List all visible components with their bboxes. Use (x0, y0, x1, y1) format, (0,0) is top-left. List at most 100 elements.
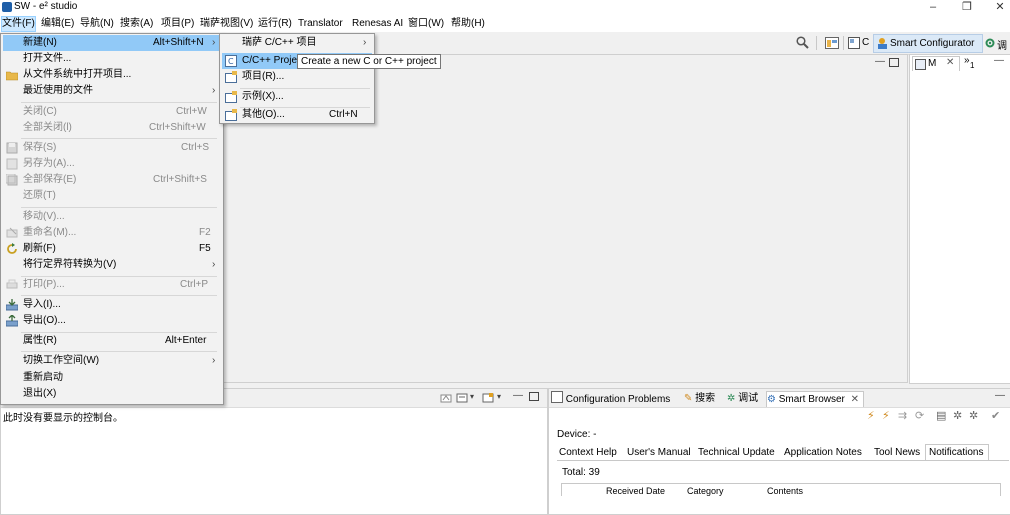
file-menu-switch-workspace[interactable]: 切换工作空间(W) › (3, 353, 221, 369)
menu-renesas-ai[interactable]: Renesas AI (352, 17, 403, 31)
recent-label: 最近使用的文件 (23, 85, 93, 96)
tab-smart-browser[interactable]: ⚙ Smart Browser ✕ (766, 391, 865, 407)
file-menu-save-as[interactable]: 另存为(A)... (3, 156, 221, 172)
more-views-icon[interactable]: » (964, 55, 970, 66)
print-label: 打印(P)... (23, 279, 65, 290)
properties-label: 属性(R) (23, 335, 57, 346)
menu-file[interactable]: 文件(F) (1, 16, 36, 32)
minimize-button[interactable]: – (918, 0, 948, 15)
menu-edit[interactable]: 编辑(E) (41, 17, 74, 31)
close-tab-icon[interactable]: ✕ (946, 57, 954, 68)
new-other[interactable]: 其他(O)... Ctrl+N (222, 107, 372, 123)
c-cpp-project-label: C/C++ Proje (242, 55, 298, 66)
tab-configuration-problems[interactable]: Configuration Problems (551, 391, 670, 406)
new-project[interactable]: 项目(R)... (222, 69, 372, 85)
minimize-view-icon[interactable]: — (994, 55, 1004, 66)
perspective-icon[interactable] (825, 37, 839, 49)
subtab-divider (557, 460, 1009, 461)
rename-icon (6, 227, 18, 238)
file-menu-properties[interactable]: 属性(R) Alt+Enter (3, 333, 221, 349)
subtab-notifications[interactable]: Notifications (925, 444, 989, 461)
import-label: 导入(I)... (23, 299, 61, 310)
project-icon (225, 71, 237, 83)
minimize-view-icon[interactable]: — (875, 56, 885, 67)
search-icon: ✎ (684, 393, 693, 404)
save-all-icon (6, 174, 18, 186)
smart-configurator-button[interactable]: Smart Configurator (873, 34, 983, 53)
file-menu-export[interactable]: 导出(O)... (3, 313, 221, 329)
column-contents[interactable]: Contents (767, 486, 803, 496)
import-icon (6, 299, 18, 311)
file-menu-new[interactable]: 新建(N) Alt+Shift+N › (3, 35, 221, 51)
sb-document-icon[interactable]: ▤ (936, 409, 946, 422)
file-menu-close-all[interactable]: 全部关闭(l) Ctrl+Shift+W (3, 120, 221, 136)
chevron-down-icon[interactable]: ▾ (470, 392, 474, 401)
file-menu-open-from-fs[interactable]: 从文件系统中打开项目... (3, 67, 221, 83)
menu-window[interactable]: 窗口(W) (408, 17, 444, 31)
file-menu-restart[interactable]: 重新启动 (3, 370, 221, 386)
close-label: 关闭(C) (23, 106, 57, 117)
switch-workspace-label: 切换工作空间(W) (23, 355, 100, 366)
subtab-context-help[interactable]: Context Help (559, 447, 617, 458)
file-menu-convert-line-delimiters[interactable]: 将行定界符转换为(V) › (3, 257, 221, 273)
menu-search[interactable]: 搜索(A) (120, 17, 153, 31)
close-shortcut: Ctrl+W (176, 106, 207, 117)
maximize-view-icon[interactable] (529, 392, 539, 401)
file-menu-move[interactable]: 移动(V)... (3, 209, 221, 225)
file-menu-print[interactable]: 打印(P)... Ctrl+P (3, 277, 221, 293)
menu-renesas-views[interactable]: 瑞萨视图(V) (200, 17, 253, 31)
sb-transfer-icon[interactable]: ⇉ (898, 409, 907, 422)
subtab-tool-news[interactable]: Tool News (874, 447, 920, 458)
search-icon[interactable] (796, 36, 809, 49)
save-all-label: 全部保存(E) (23, 174, 77, 185)
debug-perspective-label[interactable]: 调 (997, 37, 1007, 52)
file-menu-save[interactable]: 保存(S) Ctrl+S (3, 140, 221, 156)
file-menu-close[interactable]: 关闭(C) Ctrl+W (3, 104, 221, 120)
menu-run[interactable]: 运行(R) (258, 17, 292, 31)
rename-label: 重命名(M)... (23, 227, 77, 238)
sb-update-icon[interactable]: ⚡ (867, 409, 875, 422)
c-perspective-label[interactable]: C (862, 37, 869, 48)
toolbar-divider (843, 36, 844, 50)
pin-console-icon[interactable] (440, 392, 452, 404)
subtab-application-notes[interactable]: Application Notes (784, 447, 862, 458)
subtab-users-manual[interactable]: User's Manual (627, 447, 691, 458)
new-example[interactable]: 示例(X)... (222, 89, 372, 105)
debug-gear-icon[interactable] (984, 37, 996, 49)
close-button[interactable]: ✕ (990, 0, 1010, 15)
sb-apply-icon[interactable]: ✔ (991, 409, 1000, 422)
column-category[interactable]: Category (687, 486, 724, 496)
file-menu-revert[interactable]: 还原(T) (3, 188, 221, 204)
column-received-date[interactable]: Received Date (606, 486, 665, 496)
file-menu-recent[interactable]: 最近使用的文件 › (3, 83, 221, 99)
file-menu-save-all[interactable]: 全部保存(E) Ctrl+Shift+S (3, 172, 221, 188)
display-console-icon[interactable] (456, 392, 468, 404)
file-menu-exit[interactable]: 退出(X) (3, 386, 221, 402)
menu-separator (21, 351, 217, 352)
file-menu-rename[interactable]: 重命名(M)... F2 (3, 225, 221, 241)
close-tab-icon[interactable]: ✕ (851, 394, 859, 405)
file-menu-open-file[interactable]: 打开文件... (3, 51, 221, 67)
menu-navigate[interactable]: 导航(N) (80, 17, 114, 31)
file-menu-refresh[interactable]: 刷新(F) F5 (3, 241, 221, 257)
sb-fetch-icon[interactable]: ⚡ (882, 409, 890, 422)
tab-debug[interactable]: ✲ 调试 (727, 391, 758, 406)
file-menu-import[interactable]: 导入(I)... (3, 297, 221, 313)
menu-help[interactable]: 帮助(H) (451, 17, 485, 31)
minimize-view-icon[interactable]: — (995, 390, 1005, 401)
menu-project[interactable]: 项目(P) (161, 17, 194, 31)
minimize-view-icon[interactable]: — (513, 390, 523, 401)
outline-tab[interactable]: M ✕ (912, 56, 960, 71)
maximize-view-icon[interactable] (889, 58, 899, 67)
sb-config-icon[interactable]: ✲ (969, 409, 978, 422)
menu-translator[interactable]: Translator (298, 17, 343, 31)
sb-settings-icon[interactable]: ✲ (953, 409, 962, 422)
subtab-technical-update[interactable]: Technical Update (698, 447, 775, 458)
new-renesas-project[interactable]: 瑞萨 C/C++ 项目 › (222, 35, 372, 51)
chevron-down-icon[interactable]: ▾ (497, 392, 501, 401)
c-perspective-icon[interactable] (848, 37, 860, 49)
restore-button[interactable]: ❐ (952, 0, 982, 15)
open-console-icon[interactable] (482, 392, 494, 404)
sb-refresh-icon[interactable]: ⟳ (915, 409, 924, 422)
tab-search[interactable]: ✎ 搜索 (684, 391, 715, 406)
